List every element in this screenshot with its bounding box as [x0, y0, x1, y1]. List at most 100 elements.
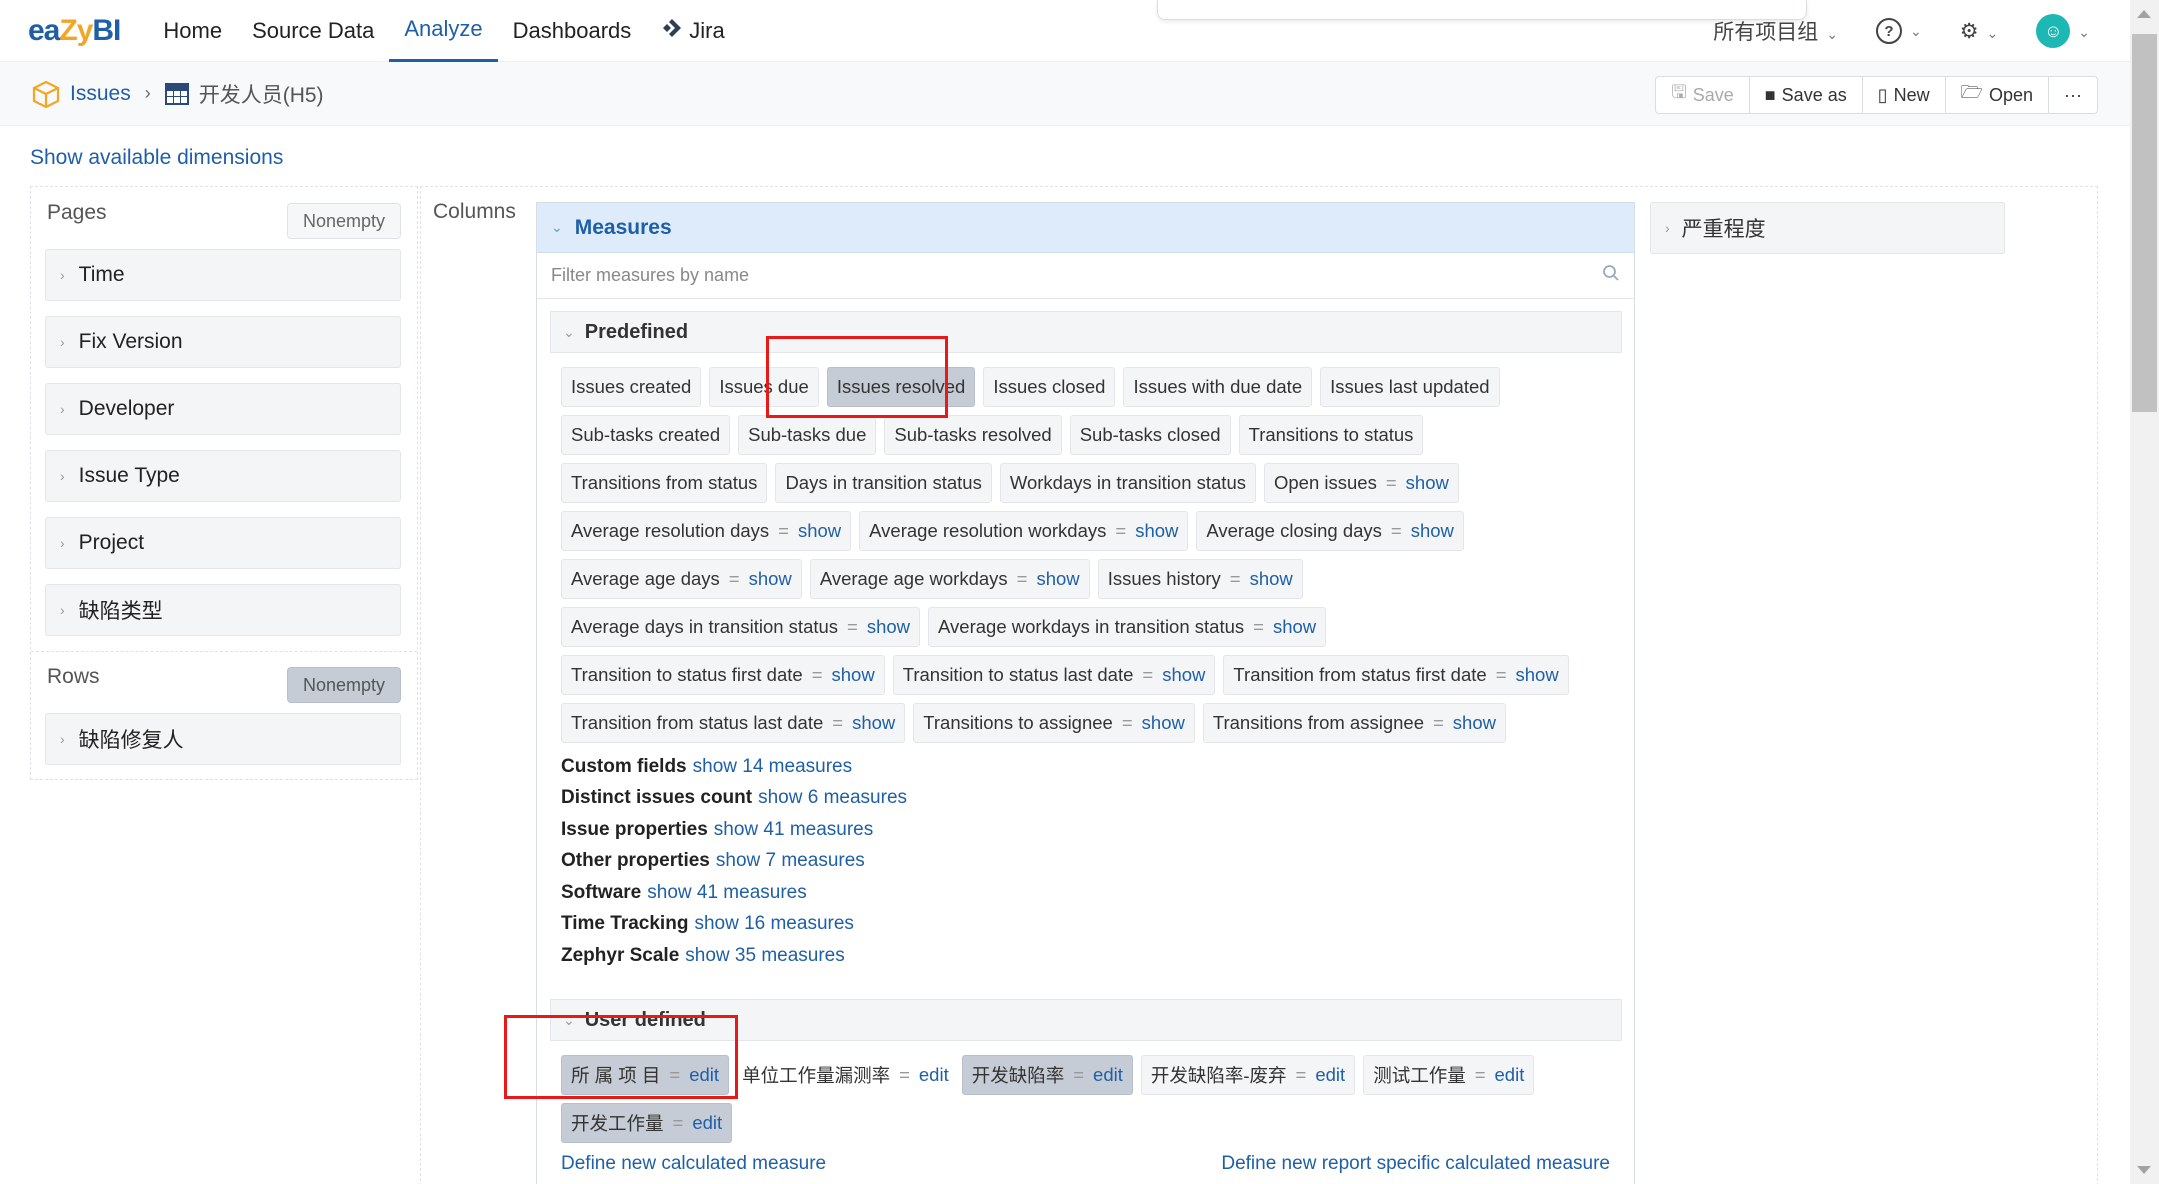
user-measure-chip[interactable]: 单位工作量漏测率 = edit — [737, 1055, 954, 1095]
nav-source-data[interactable]: Source Data — [237, 0, 389, 62]
measure-link[interactable]: show — [1453, 712, 1496, 734]
measure-chip[interactable]: Average resolution workdays = show — [859, 511, 1189, 551]
measure-link[interactable]: show — [798, 520, 841, 542]
measure-link[interactable]: show — [867, 616, 910, 638]
row-dim-defect-fixer[interactable]: › 缺陷修复人 — [45, 713, 401, 765]
measure-chip[interactable]: Average age workdays = show — [809, 559, 1090, 599]
measure-link[interactable]: edit — [692, 1112, 722, 1134]
measure-link[interactable]: show — [1142, 712, 1185, 734]
nav-analyze[interactable]: Analyze — [389, 0, 498, 62]
measure-chip[interactable]: Transitions from status — [561, 463, 768, 503]
chevron-right-icon: › — [60, 267, 65, 283]
measure-chip[interactable]: Transitions to status — [1238, 415, 1424, 455]
scroll-down-icon[interactable] — [2137, 1166, 2151, 1174]
settings-menu[interactable]: ⚙ ⌄ — [1960, 19, 1999, 44]
column-dim-severity[interactable]: › 严重程度 — [1650, 202, 2005, 254]
measure-link[interactable]: edit — [1315, 1064, 1345, 1086]
define-report-calculated-measure-link[interactable]: Define new report specific calculated me… — [1221, 1153, 1610, 1175]
measure-chip[interactable]: Transition to status last date = show — [892, 655, 1216, 695]
more-button[interactable]: ··· — [2049, 77, 2097, 113]
measure-link[interactable]: edit — [1495, 1064, 1525, 1086]
group-show-link[interactable]: show 7 measures — [716, 850, 865, 872]
measure-chip[interactable]: Issues closed — [983, 367, 1116, 407]
equals-icon: = — [847, 616, 858, 637]
measure-chip[interactable]: Sub-tasks closed — [1069, 415, 1231, 455]
measure-chip[interactable]: Workdays in transition status — [999, 463, 1256, 503]
eazybi-logo[interactable]: ea Zy BI — [28, 14, 121, 48]
page-dim-project[interactable]: › Project — [45, 517, 401, 569]
scroll-up-icon[interactable] — [2137, 10, 2151, 18]
measure-link[interactable]: show — [832, 664, 875, 686]
measure-chip[interactable]: Average days in transition status = show — [561, 607, 921, 647]
measure-chip[interactable]: Transitions to assignee = show — [913, 703, 1195, 743]
measure-link[interactable]: show — [1516, 664, 1559, 686]
measure-link[interactable]: edit — [919, 1064, 949, 1086]
measure-link[interactable]: show — [1135, 520, 1178, 542]
cube-icon — [30, 78, 62, 110]
group-show-link[interactable]: show 6 measures — [758, 787, 907, 809]
rows-nonempty-toggle[interactable]: Nonempty — [287, 667, 401, 703]
measure-chip[interactable]: Transition from status last date = show — [561, 703, 906, 743]
save-button[interactable]: 🖫 Save — [1656, 77, 1750, 113]
save-as-button[interactable]: ■ Save as — [1750, 77, 1863, 113]
measure-label: Issues with due date — [1133, 376, 1303, 397]
measure-link[interactable]: show — [1273, 616, 1316, 638]
measure-chip[interactable]: Average closing days = show — [1196, 511, 1464, 551]
user-menu[interactable]: ☺ ⌄ — [2036, 14, 2090, 48]
group-show-link[interactable]: show 14 measures — [693, 756, 852, 778]
measures-header[interactable]: ⌄ Measures — [537, 203, 1634, 253]
measure-chip[interactable]: Issues with due date — [1123, 367, 1313, 407]
page-dim-defect-type[interactable]: › 缺陷类型 — [45, 584, 401, 636]
show-dimensions-link[interactable]: Show available dimensions — [30, 146, 283, 170]
measure-chip[interactable]: Transitions from assignee = show — [1202, 703, 1506, 743]
measure-link[interactable]: show — [1036, 568, 1079, 590]
page-dim-time[interactable]: › Time — [45, 249, 401, 301]
nav-jira[interactable]: Jira — [646, 0, 739, 62]
user-measure-chip[interactable]: 开发缺陷率 = edit — [961, 1055, 1133, 1095]
nav-dashboards[interactable]: Dashboards — [498, 0, 647, 62]
measure-chip[interactable]: Issues last updated — [1320, 367, 1500, 407]
measure-chip[interactable]: Issues history = show — [1097, 559, 1303, 599]
measure-chip[interactable]: Transition to status first date = show — [561, 655, 885, 695]
group-show-link[interactable]: show 35 measures — [685, 945, 844, 967]
project-group-selector[interactable]: 所有项目组 ⌄ — [1713, 16, 1838, 46]
measure-link[interactable]: show — [1406, 472, 1449, 494]
open-button[interactable]: 🗁 Open — [1946, 77, 2050, 113]
measures-filter-input[interactable]: Filter measures by name — [537, 253, 1634, 299]
measure-chip[interactable]: Transition from status first date = show — [1223, 655, 1569, 695]
measure-chip[interactable]: Average resolution days = show — [561, 511, 852, 551]
scrollbar[interactable] — [2130, 0, 2159, 1184]
define-calculated-measure-link[interactable]: Define new calculated measure — [561, 1153, 826, 1175]
measure-link[interactable]: edit — [1093, 1064, 1123, 1086]
measure-chip[interactable]: Sub-tasks due — [738, 415, 877, 455]
help-menu[interactable]: ? ⌄ — [1875, 18, 1922, 45]
group-show-link[interactable]: show 16 measures — [694, 913, 853, 935]
measure-chip[interactable]: Open issues = show — [1264, 463, 1459, 503]
measure-chip[interactable]: Average workdays in transition status = sh… — [928, 607, 1327, 647]
group-show-link[interactable]: show 41 measures — [714, 819, 873, 841]
user-measure-chip[interactable]: 测试工作量 = edit — [1363, 1055, 1535, 1095]
breadcrumb-issues-link[interactable]: Issues — [70, 82, 131, 106]
nav-home[interactable]: Home — [148, 0, 237, 62]
page-dim-developer[interactable]: › Developer — [45, 383, 401, 435]
measure-link[interactable]: show — [1250, 568, 1293, 590]
measure-chip[interactable]: Average age days = show — [561, 559, 802, 599]
page-dim-issue-type[interactable]: › Issue Type — [45, 450, 401, 502]
page-dim-fix-version[interactable]: › Fix Version — [45, 316, 401, 368]
measure-link[interactable]: show — [749, 568, 792, 590]
measure-chip[interactable]: Issues created — [561, 367, 702, 407]
measure-chip[interactable]: Days in transition status — [775, 463, 992, 503]
predefined-header[interactable]: ⌄ Predefined — [550, 311, 1622, 353]
user-measure-chip[interactable]: 开发工作量 = edit — [561, 1103, 733, 1143]
measure-chip[interactable]: Sub-tasks created — [561, 415, 731, 455]
new-button[interactable]: ▯ New — [1863, 77, 1946, 113]
measure-link[interactable]: show — [1162, 664, 1205, 686]
measure-link[interactable]: show — [852, 712, 895, 734]
report-name[interactable]: 开发人员(H5) — [199, 79, 324, 109]
user-measure-chip[interactable]: 开发缺陷率-废弃 = edit — [1140, 1055, 1356, 1095]
pages-nonempty-toggle[interactable]: Nonempty — [287, 203, 401, 239]
measure-chip[interactable]: Sub-tasks resolved — [884, 415, 1062, 455]
measure-link[interactable]: show — [1411, 520, 1454, 542]
scroll-thumb[interactable] — [2132, 34, 2157, 412]
group-show-link[interactable]: show 41 measures — [647, 882, 806, 904]
